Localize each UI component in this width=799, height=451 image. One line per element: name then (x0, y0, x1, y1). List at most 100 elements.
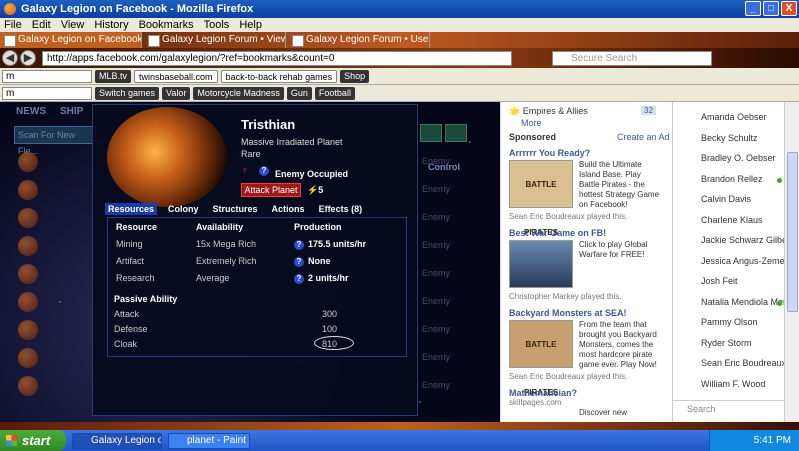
tab-bar: Galaxy Legion on Facebook Galaxy Legion … (0, 32, 799, 48)
taskbar-item-paint[interactable]: planet - Paint (168, 432, 250, 449)
menu-history[interactable]: History (94, 18, 128, 32)
scan-fleet-button[interactable]: Scan For New Fle... (14, 126, 96, 156)
friend-item[interactable]: Ryder Storm (701, 338, 752, 348)
toolbar-select-2[interactable]: m (2, 86, 92, 100)
friend-item[interactable]: Amanda Oebser (701, 112, 767, 122)
tab-resources[interactable]: Resources (105, 203, 158, 215)
control-status: Enemy (422, 296, 451, 306)
toolbar-chip-mlb[interactable]: MLB.tv (95, 69, 132, 83)
ad-description: Discover new (579, 408, 628, 417)
menu-bookmarks[interactable]: Bookmarks (139, 18, 194, 32)
tab-colony[interactable]: Colony (165, 203, 202, 215)
more-link[interactable]: More (521, 118, 542, 128)
ad-title[interactable]: Mathematician? (509, 388, 663, 398)
start-button[interactable]: start (0, 430, 66, 451)
toolbar-chip-football[interactable]: Football (314, 86, 355, 100)
chat-search-input[interactable]: Search (673, 400, 785, 416)
menu-edit[interactable]: Edit (32, 18, 51, 32)
toolbar-chip-shop[interactable]: Shop (340, 69, 370, 83)
scrollbar-thumb[interactable] (787, 152, 798, 312)
toolbar-chip-motorcycle[interactable]: Motorcycle Madness (193, 86, 284, 100)
help-icon[interactable]: ? (294, 240, 304, 250)
friend-item[interactable]: Brandon Rellez (701, 174, 763, 184)
ad-image[interactable]: BATTLE PIRATES (509, 320, 573, 397)
planet-thumbnail (18, 376, 38, 396)
back-button[interactable]: ◀ (2, 50, 18, 66)
window-title-bar: Galaxy Legion on Facebook - Mozilla Fire… (0, 0, 799, 18)
app-link[interactable]: 🌟 Empires & Allies (509, 106, 588, 117)
passive-row: Cloak 810 (114, 336, 354, 350)
minimize-button[interactable]: _ (745, 1, 761, 16)
tab-forum-view-top[interactable]: Galaxy Legion Forum • View top... (144, 32, 286, 48)
planet-thumbnail (18, 264, 38, 284)
passive-ability-header: Passive Ability (114, 294, 178, 304)
toolbar-chip-valor[interactable]: Valor (162, 86, 191, 100)
maximize-button[interactable]: □ (763, 1, 779, 16)
help-icon[interactable]: ? (259, 166, 269, 176)
friend-item[interactable]: Bradley O. Oebser (701, 153, 776, 163)
game-nav-ship[interactable]: SHIP (60, 106, 83, 117)
friend-item[interactable]: Becky Schultz (701, 133, 758, 143)
forward-button[interactable]: ▶ (20, 50, 36, 66)
planet-rarity: Rare (241, 149, 261, 159)
control-status: Enemy (422, 184, 451, 194)
toolbar-select[interactable]: m (2, 69, 92, 83)
tab-forum-user[interactable]: Galaxy Legion Forum • User Co... (288, 32, 430, 48)
passive-label: Defense (114, 324, 148, 334)
planet-thumbnail (18, 180, 38, 200)
ad-social: Sean Eric Boudreaux played this. (509, 212, 628, 221)
help-icon[interactable]: ? (294, 257, 304, 267)
planet-type: Massive Irradiated Planet (241, 137, 343, 147)
system-tray-clock: 5:41 PM (709, 430, 799, 451)
planet-tabs: Resources Colony Structures Actions Effe… (105, 203, 365, 215)
friend-item[interactable]: Pammy Olson (701, 317, 758, 327)
friend-item[interactable]: Charlene Klaus (701, 215, 763, 225)
menu-view[interactable]: View (61, 18, 85, 32)
ad-image[interactable]: BATTLE PIRATES (509, 160, 573, 237)
close-button[interactable]: X (781, 1, 797, 16)
toolbar-chip-rehab[interactable]: back-to-back rehab games (220, 69, 338, 83)
toolbar-chip-twins[interactable]: twinsbaseball.com (134, 69, 218, 83)
ad-unit[interactable]: Best War Game on FB! Click to play Globa… (509, 228, 663, 301)
friend-item[interactable]: Sean Eric Boudreaux (701, 358, 786, 368)
vertical-scrollbar[interactable] (784, 102, 799, 422)
ad-unit[interactable]: Arrrrrr You Ready? BATTLE PIRATES Build … (509, 148, 663, 237)
ad-title[interactable]: Arrrrrr You Ready? (509, 148, 663, 158)
friend-item[interactable]: Jackie Schwarz Gilbert (701, 235, 793, 245)
menu-file[interactable]: File (4, 18, 22, 32)
planet-thumbnail (18, 208, 38, 228)
tab-galaxy-legion[interactable]: Galaxy Legion on Facebook (0, 32, 142, 48)
create-ad-link[interactable]: Create an Ad (617, 132, 670, 142)
url-input[interactable]: http://apps.facebook.com/galaxylegion/?r… (42, 50, 512, 66)
planet-thumbnail (18, 152, 38, 172)
taskbar-item-firefox[interactable]: Galaxy Legion o... (72, 432, 162, 449)
ad-description: From the team that brought you Backyard … (579, 320, 657, 369)
search-input[interactable]: Secure Search (552, 50, 712, 66)
game-nav-news[interactable]: NEWS (16, 106, 46, 117)
attack-planet-button[interactable]: Attack Planet (241, 183, 301, 197)
friend-item[interactable]: Josh Feit (701, 276, 738, 286)
windows-taskbar: start Galaxy Legion o... planet - Paint … (0, 430, 799, 451)
friend-item[interactable]: Calvin Davis (701, 194, 751, 204)
menu-help[interactable]: Help (239, 18, 262, 32)
game-tool-button[interactable] (420, 124, 442, 142)
friend-item[interactable]: William F. Wood (701, 379, 765, 389)
header-production: Production (294, 222, 342, 232)
ad-unit[interactable]: Backyard Monsters at SEA! BATTLE PIRATES… (509, 308, 663, 397)
help-icon[interactable]: ? (294, 274, 304, 284)
tab-actions[interactable]: Actions (269, 203, 308, 215)
tab-effects[interactable]: Effects (8) (316, 203, 366, 215)
enemy-icon: ♆ (241, 165, 249, 176)
ad-title[interactable]: Best War Game on FB! (509, 228, 663, 238)
tab-structures[interactable]: Structures (210, 203, 261, 215)
toolbar-chip-gun[interactable]: Gun (286, 86, 312, 100)
menu-tools[interactable]: Tools (204, 18, 230, 32)
planet-thumbnail (18, 292, 38, 312)
chat-friends-list: Search Amanda Oebser Becky Schultz Bradley… (672, 102, 798, 422)
game-tool-button[interactable] (445, 124, 467, 142)
toolbar-chip-switch-games[interactable]: Switch games (95, 86, 160, 100)
ad-image[interactable] (509, 240, 573, 288)
ad-title[interactable]: Backyard Monsters at SEA! (509, 308, 663, 318)
friend-item[interactable]: Jessica Angus-Zemek (701, 256, 789, 266)
ad-unit[interactable]: Mathematician? skillpages.com Discover n… (509, 388, 663, 417)
